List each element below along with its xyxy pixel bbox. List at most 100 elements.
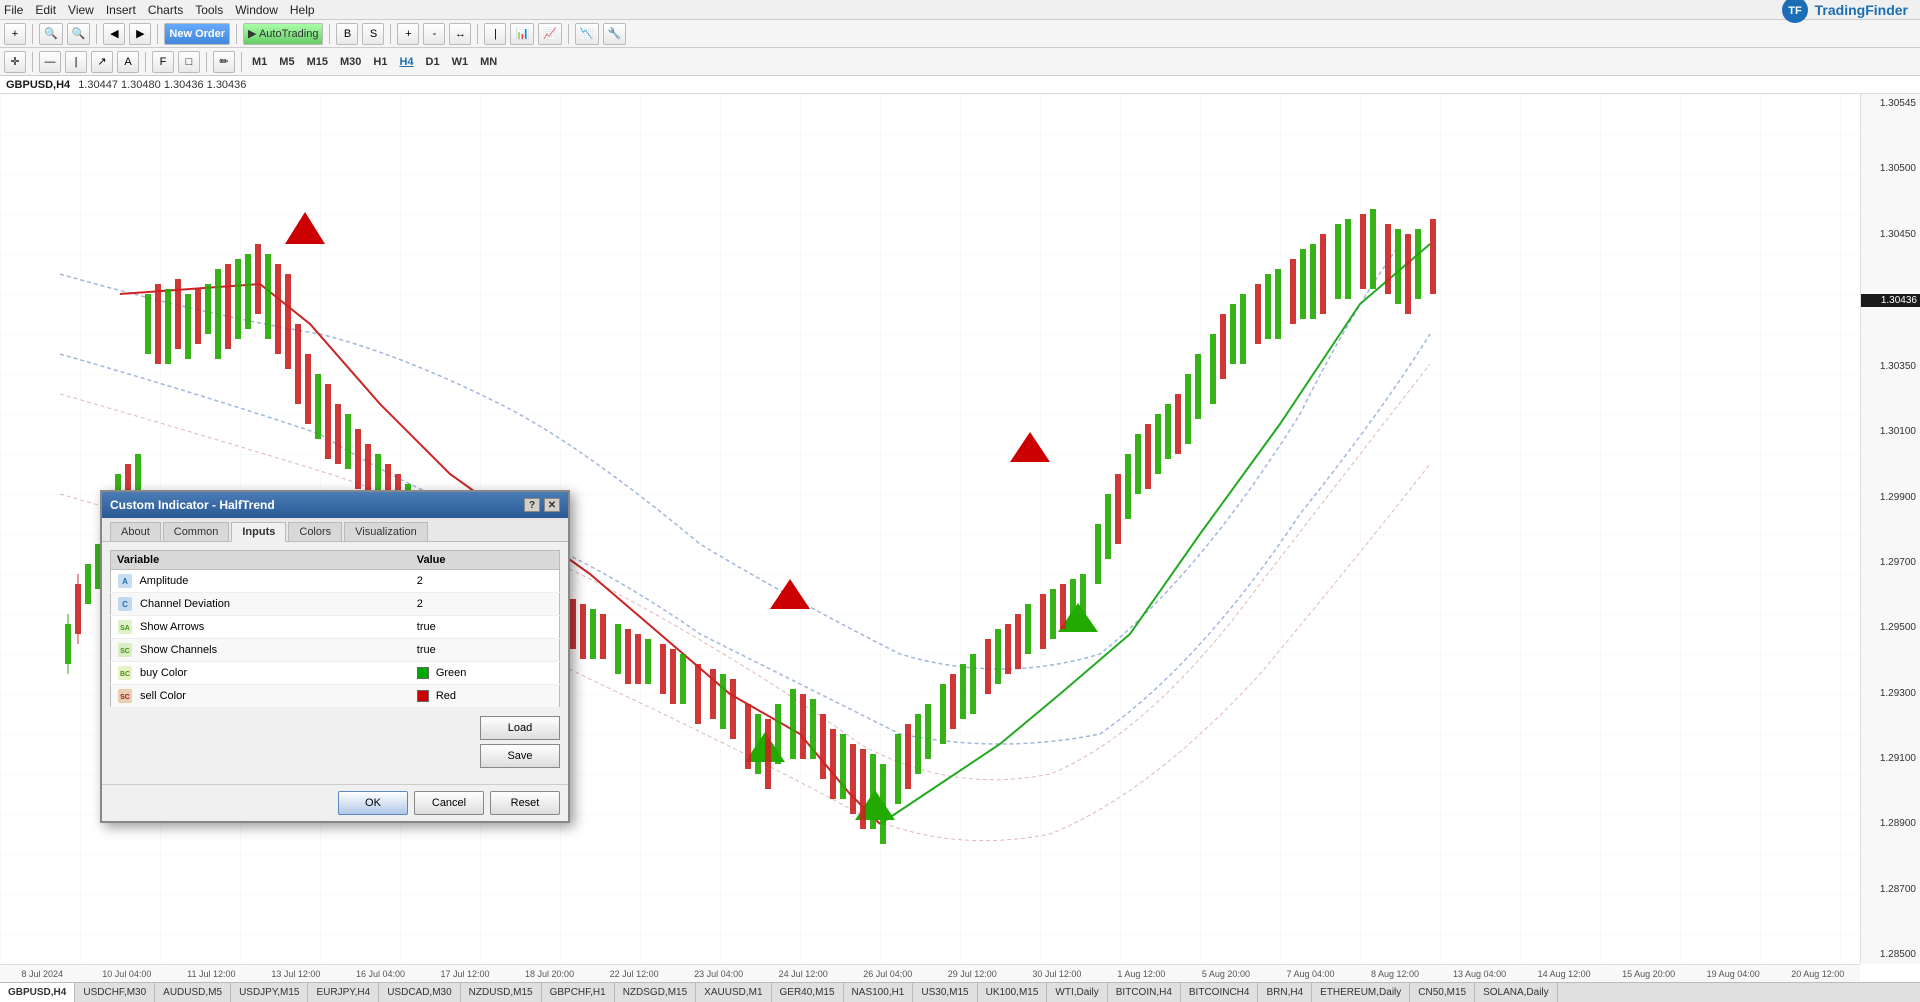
tab-cn50-m15[interactable]: CN50,M15 <box>1410 983 1475 1002</box>
value-channel-deviation[interactable]: 2 <box>411 593 560 616</box>
tf-m1[interactable]: M1 <box>248 55 271 69</box>
time-16: 7 Aug 04:00 <box>1268 969 1353 979</box>
tab-common[interactable]: Common <box>163 522 230 541</box>
tab-wti-daily[interactable]: WTI,Daily <box>1047 983 1107 1002</box>
value-sell-color[interactable]: Red <box>411 685 560 708</box>
menu-insert[interactable]: Insert <box>106 3 136 17</box>
time-15: 5 Aug 20:00 <box>1184 969 1269 979</box>
toolbar-2: ✛ — | ↗ A F □ ✏ M1 M5 M15 M30 H1 H4 D1 W… <box>0 48 1920 76</box>
sep-6 <box>390 24 391 44</box>
tf-m30[interactable]: M30 <box>336 55 365 69</box>
bottom-tabs: GBPUSD,H4 USDCHF,M30 AUDUSD,M5 USDJPY,M1… <box>0 982 1920 1002</box>
dialog-help-btn[interactable]: ? <box>524 498 540 512</box>
tf-w1[interactable]: W1 <box>448 55 473 69</box>
zoom-out-btn[interactable]: 🔍 <box>67 23 91 45</box>
tf-h4[interactable]: H4 <box>395 55 417 69</box>
tab-bitcoinch4[interactable]: BITCOINCH4 <box>1181 983 1259 1002</box>
fib-btn[interactable]: F <box>152 51 174 73</box>
value-buy-color[interactable]: Green <box>411 662 560 685</box>
tf-d1[interactable]: D1 <box>422 55 444 69</box>
tab-visualization[interactable]: Visualization <box>344 522 428 541</box>
tf-h1[interactable]: H1 <box>369 55 391 69</box>
tab-brn-h4[interactable]: BRN,H4 <box>1258 983 1312 1002</box>
tab-bitcoin-h4[interactable]: BITCOIN,H4 <box>1108 983 1181 1002</box>
tab-nzdusd-m15[interactable]: NZDUSD,M15 <box>461 983 542 1002</box>
sell-color-text: Red <box>436 690 456 702</box>
time-4: 13 Jul 12:00 <box>254 969 339 979</box>
indicators-btn[interactable]: 📉 <box>575 23 599 45</box>
tab-nas100-h1[interactable]: NAS100,H1 <box>844 983 914 1002</box>
inputs-table: Variable Value A Amplitude 2 <box>110 550 560 708</box>
chart-zoom-in[interactable]: + <box>397 23 419 45</box>
table-row: SC Show Channels true <box>111 639 560 662</box>
menu-view[interactable]: View <box>68 3 94 17</box>
tab-ethereum-daily[interactable]: ETHEREUM,Daily <box>1312 983 1410 1002</box>
time-18: 13 Aug 04:00 <box>1437 969 1522 979</box>
menu-window[interactable]: Window <box>235 3 278 17</box>
tab-solana-daily[interactable]: SOLANA,Daily <box>1475 983 1558 1002</box>
load-button[interactable]: Load <box>480 716 560 740</box>
forward-btn[interactable]: ▶ <box>129 23 151 45</box>
tab-ger40-m15[interactable]: GER40,M15 <box>772 983 844 1002</box>
value-show-arrows[interactable]: true <box>411 616 560 639</box>
tab-usdchf-m30[interactable]: USDCHF,M30 <box>75 983 155 1002</box>
value-amplitude[interactable]: 2 <box>411 570 560 593</box>
reset-button[interactable]: Reset <box>490 791 560 815</box>
tab-usdjpy-m15[interactable]: USDJPY,M15 <box>231 983 308 1002</box>
col-value: Value <box>411 551 560 570</box>
autotrading-btn[interactable]: ▶ AutoTrading <box>243 23 323 45</box>
menu-help[interactable]: Help <box>290 3 315 17</box>
period-sep-btn[interactable]: | <box>484 23 506 45</box>
tab-us30-m15[interactable]: US30,M15 <box>913 983 977 1002</box>
tab-xauusd-m1[interactable]: XAUUSD,M1 <box>696 983 771 1002</box>
sell-btn[interactable]: S <box>362 23 384 45</box>
objects-btn[interactable]: 🔧 <box>603 23 627 45</box>
tab-about[interactable]: About <box>110 522 161 541</box>
tab-uk100-m15[interactable]: UK100,M15 <box>978 983 1048 1002</box>
tab-usdcad-m30[interactable]: USDCAD,M30 <box>379 983 460 1002</box>
tradingfinder-logo: TF TradingFinder <box>1781 0 1908 24</box>
time-5: 16 Jul 04:00 <box>338 969 423 979</box>
tab-inputs[interactable]: Inputs <box>231 522 286 542</box>
menu-file[interactable]: File <box>4 3 23 17</box>
tab-audusd-m5[interactable]: AUDUSD,M5 <box>155 983 231 1002</box>
sep-3 <box>157 24 158 44</box>
tab-eurjpy-h4[interactable]: EURJPY,H4 <box>308 983 379 1002</box>
tab-nzdsgd-m15[interactable]: NZDSGD,M15 <box>615 983 696 1002</box>
zoom-in-btn[interactable]: 🔍 <box>39 23 63 45</box>
tab-colors[interactable]: Colors <box>288 522 342 541</box>
back-btn[interactable]: ◀ <box>103 23 125 45</box>
line-btn[interactable]: 📈 <box>538 23 562 45</box>
cancel-button[interactable]: Cancel <box>414 791 484 815</box>
crosshair-btn[interactable]: ✛ <box>4 51 26 73</box>
row-icon-sell-color: SC <box>117 688 133 704</box>
dialog-titlebar[interactable]: Custom Indicator - HalfTrend ? ✕ <box>102 492 568 518</box>
draw-btn[interactable]: ✏ <box>213 51 235 73</box>
tline-btn[interactable]: ↗ <box>91 51 113 73</box>
time-3: 11 Jul 12:00 <box>169 969 254 979</box>
menu-edit[interactable]: Edit <box>35 3 56 17</box>
value-show-channels[interactable]: true <box>411 639 560 662</box>
tab-gbpchf-h1[interactable]: GBPCHF,H1 <box>542 983 615 1002</box>
menu-tools[interactable]: Tools <box>195 3 223 17</box>
menu-charts[interactable]: Charts <box>148 3 183 17</box>
ok-button[interactable]: OK <box>338 791 408 815</box>
buy-btn[interactable]: B <box>336 23 358 45</box>
dialog-close-btn[interactable]: ✕ <box>544 498 560 512</box>
chart-scroll[interactable]: ↔ <box>449 23 471 45</box>
text-btn[interactable]: A <box>117 51 139 73</box>
time-9: 23 Jul 04:00 <box>676 969 761 979</box>
tf-mn[interactable]: MN <box>476 55 501 69</box>
new-chart-btn[interactable]: + <box>4 23 26 45</box>
new-order-btn[interactable]: New Order <box>164 23 230 45</box>
hline-btn[interactable]: — <box>39 51 61 73</box>
vline-btn[interactable]: | <box>65 51 87 73</box>
tab-gbpusd-h4[interactable]: GBPUSD,H4 <box>0 983 75 1002</box>
tf-m15[interactable]: M15 <box>303 55 332 69</box>
tf-m5[interactable]: M5 <box>275 55 298 69</box>
chart-zoom-out[interactable]: - <box>423 23 445 45</box>
save-button[interactable]: Save <box>480 744 560 768</box>
candle-btn[interactable]: 📊 <box>510 23 534 45</box>
rect-btn[interactable]: □ <box>178 51 200 73</box>
time-11: 26 Jul 04:00 <box>845 969 930 979</box>
